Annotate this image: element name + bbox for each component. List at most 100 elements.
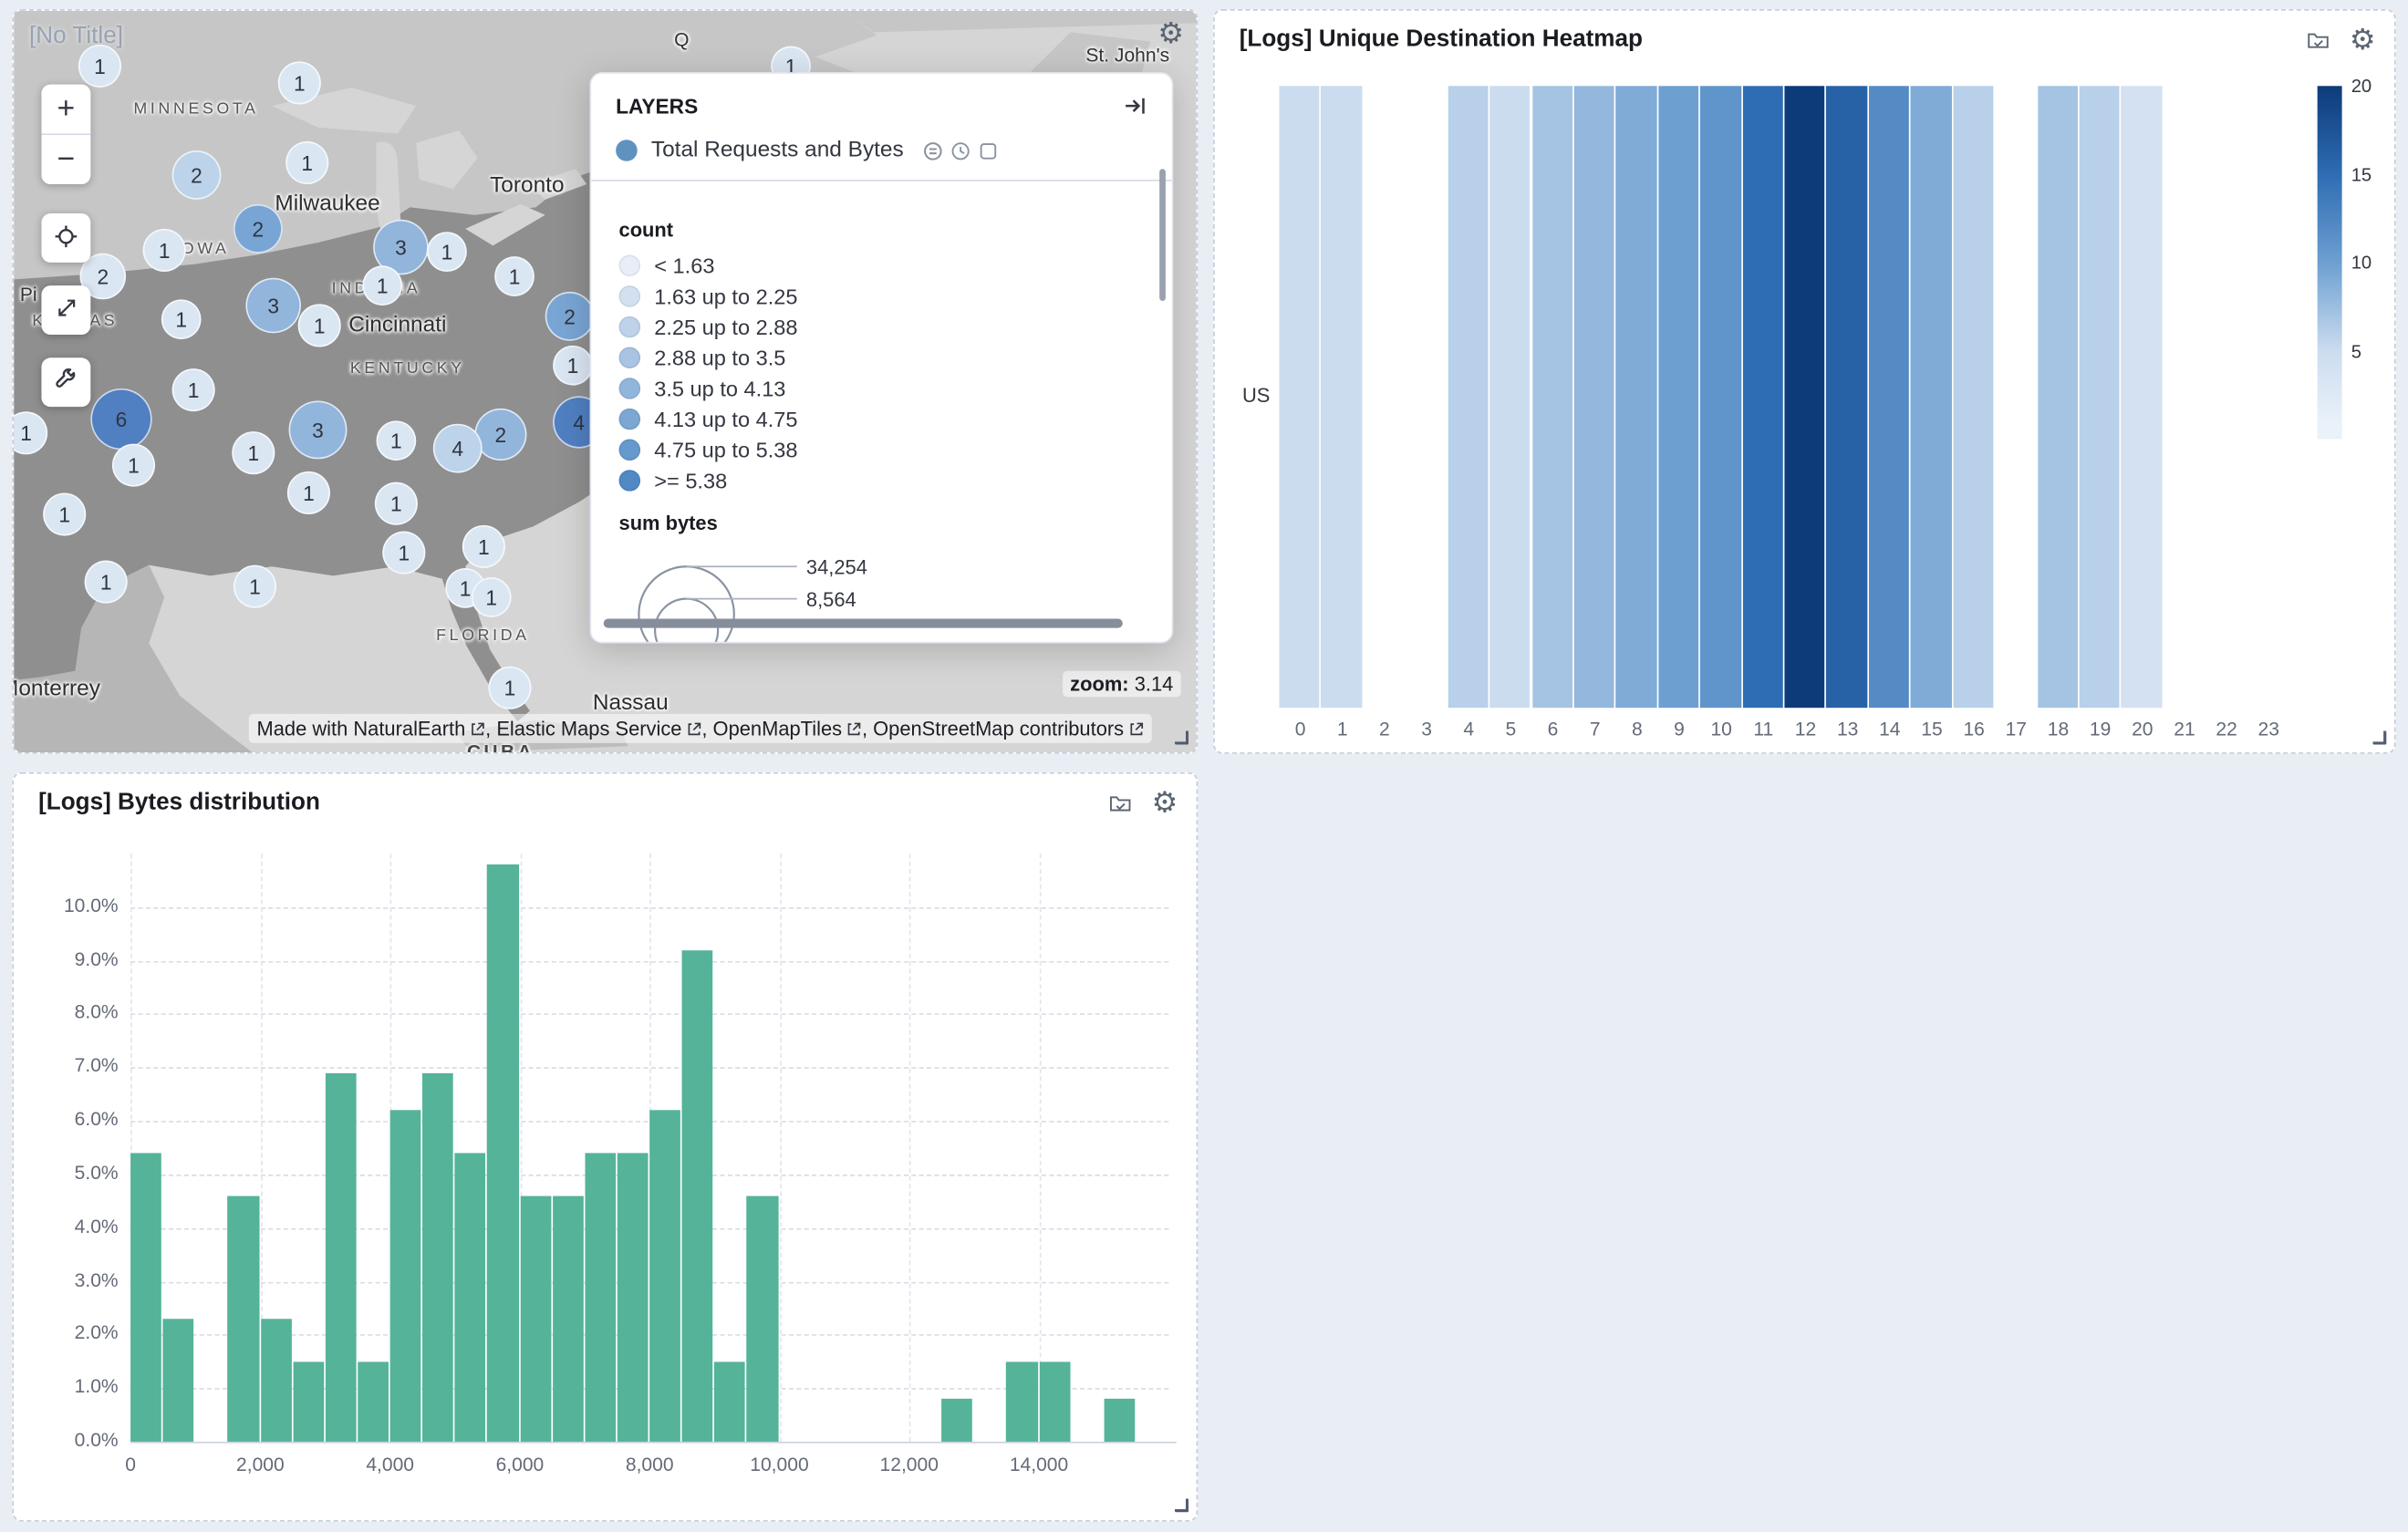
map-cluster[interactable]: 2 — [234, 204, 283, 254]
histogram-bar[interactable] — [228, 1196, 259, 1442]
library-icon[interactable] — [1109, 792, 1132, 815]
layer-checkbox-icon[interactable] — [979, 140, 999, 160]
histogram-bar[interactable] — [682, 950, 713, 1442]
draw-tools-button[interactable] — [41, 357, 90, 407]
map-cluster[interactable]: 1 — [375, 482, 418, 525]
histogram-bar[interactable] — [163, 1319, 194, 1442]
map-cluster[interactable]: 1 — [112, 444, 155, 487]
map-cluster[interactable]: 1 — [298, 304, 341, 347]
heatmap-cell[interactable] — [1279, 86, 1319, 708]
map-cluster[interactable]: 1 — [494, 256, 535, 296]
panel-title[interactable]: [Logs] Unique Destination Heatmap — [1240, 26, 1643, 55]
histogram-bar[interactable] — [1104, 1399, 1135, 1442]
heatmap-cell[interactable] — [1742, 86, 1782, 708]
map-cluster[interactable]: 1 — [488, 667, 531, 709]
attribution-link[interactable]: NaturalEarth — [353, 717, 485, 740]
heatmap-cell[interactable] — [2080, 86, 2120, 708]
map-cluster[interactable]: 1 — [362, 265, 402, 305]
panel-title[interactable]: [No Title] — [29, 23, 123, 50]
map-cluster[interactable]: 1 — [234, 565, 276, 608]
heatmap-cell[interactable] — [1658, 86, 1698, 708]
map-cluster[interactable]: 1 — [285, 141, 328, 184]
map-cluster[interactable]: 2 — [474, 409, 526, 461]
histogram-bar[interactable] — [358, 1361, 389, 1442]
heatmap-cell[interactable] — [1911, 86, 1951, 708]
histogram-bar[interactable] — [714, 1361, 745, 1442]
layer-time-icon[interactable] — [951, 140, 971, 160]
heatmap-cell[interactable] — [1448, 86, 1488, 708]
histogram-bar[interactable] — [618, 1153, 649, 1442]
gear-icon[interactable]: ⚙ — [1152, 789, 1178, 818]
histogram-bar[interactable] — [941, 1399, 972, 1442]
attribution-link[interactable]: OpenStreetMap contributors — [873, 717, 1144, 740]
histogram-bar[interactable] — [1039, 1361, 1070, 1442]
heatmap-cell[interactable] — [1700, 86, 1740, 708]
map-cluster[interactable]: 1 — [553, 346, 593, 386]
layer-settings-icon[interactable] — [924, 140, 944, 160]
collapse-layers-icon[interactable] — [1123, 94, 1147, 119]
map-cluster[interactable]: 1 — [287, 471, 330, 514]
histogram-bar[interactable] — [747, 1196, 778, 1442]
map-cluster[interactable]: 1 — [143, 229, 186, 272]
map-cluster[interactable]: 4 — [433, 424, 483, 473]
map-cluster[interactable]: 1 — [172, 368, 215, 411]
heatmap-cell[interactable] — [1953, 86, 1993, 708]
map-cluster[interactable]: 1 — [462, 525, 505, 568]
scrollbar-vertical[interactable] — [1159, 169, 1166, 301]
heatmap-cell[interactable] — [1489, 86, 1530, 708]
map-cluster[interactable]: 1 — [43, 492, 86, 535]
heatmap-cell[interactable] — [2037, 86, 2077, 708]
map-cluster[interactable]: 6 — [90, 388, 151, 450]
panel-title[interactable]: [Logs] Bytes distribution — [38, 789, 320, 817]
heatmap-cell[interactable] — [1574, 86, 1614, 708]
histogram-bar[interactable] — [130, 1153, 161, 1442]
zoom-out-button[interactable]: − — [41, 135, 90, 184]
histogram-bar[interactable] — [390, 1111, 421, 1442]
map-cluster[interactable]: 1 — [12, 411, 47, 454]
map-cluster[interactable]: 3 — [245, 278, 301, 334]
histogram-bar[interactable] — [520, 1196, 551, 1442]
library-icon[interactable] — [2307, 29, 2330, 52]
map-cluster[interactable]: 1 — [427, 232, 467, 272]
histogram-bar[interactable] — [455, 1153, 486, 1442]
histogram-bar[interactable] — [585, 1153, 616, 1442]
heatmap-cell[interactable] — [1531, 86, 1572, 708]
panel-resize-handle[interactable] — [1175, 1498, 1188, 1512]
map-cluster[interactable]: 1 — [78, 45, 121, 88]
heatmap-cell[interactable] — [1784, 86, 1824, 708]
map-cluster[interactable]: 1 — [161, 299, 202, 339]
map-cluster[interactable]: 3 — [289, 400, 348, 459]
attribution-link[interactable]: Elastic Maps Service — [496, 717, 701, 740]
histogram-bar[interactable] — [326, 1072, 357, 1441]
histogram-bar[interactable] — [293, 1361, 324, 1442]
map-cluster[interactable]: 1 — [278, 61, 321, 104]
map-cluster[interactable]: 1 — [232, 431, 275, 474]
map-cluster[interactable]: 1 — [376, 420, 416, 461]
heatmap-cell[interactable] — [1827, 86, 1867, 708]
heatmap-cell[interactable] — [1616, 86, 1656, 708]
panel-resize-handle[interactable] — [2372, 730, 2386, 744]
map-cluster[interactable]: 1 — [472, 577, 512, 617]
histogram-bar[interactable] — [552, 1196, 583, 1442]
gear-icon[interactable]: ⚙ — [2350, 26, 2376, 56]
histogram-bar[interactable] — [1006, 1361, 1037, 1442]
histogram-bar[interactable] — [422, 1072, 453, 1441]
heatmap-cell[interactable] — [1322, 86, 1362, 708]
map-cluster[interactable]: 1 — [85, 561, 128, 604]
heatmap-cell[interactable] — [2122, 86, 2162, 708]
histogram-bar[interactable] — [487, 864, 518, 1442]
histogram-bar[interactable] — [649, 1111, 680, 1442]
scrollbar-horizontal[interactable] — [604, 619, 1123, 628]
panel-resize-handle[interactable] — [1175, 730, 1188, 744]
histogram-bar[interactable] — [260, 1319, 291, 1442]
gear-icon[interactable]: ⚙ — [1157, 20, 1184, 49]
set-view-button[interactable] — [41, 213, 90, 263]
map-cluster[interactable]: 2 — [172, 150, 222, 200]
attribution-link[interactable]: OpenMapTiles — [713, 717, 862, 740]
map-cluster[interactable]: 1 — [382, 532, 425, 574]
map-cluster[interactable]: 2 — [545, 292, 595, 341]
fit-to-data-button[interactable] — [41, 285, 90, 335]
zoom-in-button[interactable]: + — [41, 85, 90, 134]
heatmap-cell[interactable] — [1869, 86, 1909, 708]
layer-row[interactable]: Total Requests and Bytes — [591, 129, 1171, 180]
